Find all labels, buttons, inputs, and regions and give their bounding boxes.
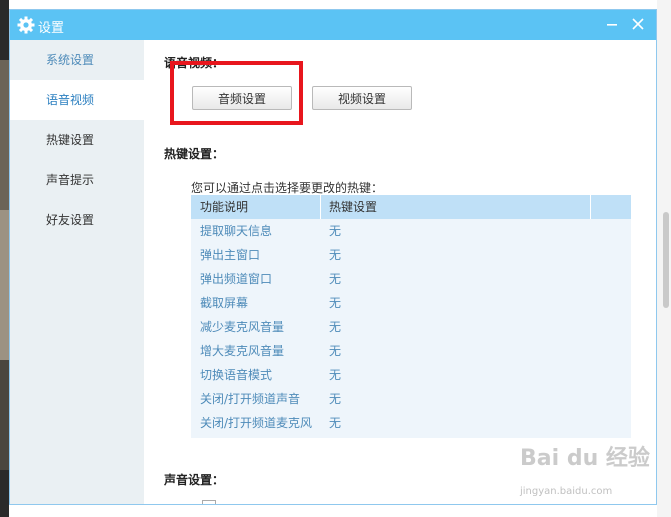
- table-row[interactable]: 弹出频道窗口 无: [191, 267, 631, 291]
- table-row[interactable]: 增大麦克风音量 无: [191, 339, 631, 363]
- background-right-panel: [657, 0, 671, 517]
- column-divider: [320, 195, 321, 219]
- row-hotkey: 无: [329, 344, 342, 358]
- table-header: 功能说明 热键设置: [191, 195, 631, 219]
- sidebar-item-sound[interactable]: 声音提示: [10, 160, 144, 200]
- row-hotkey: 无: [329, 320, 342, 334]
- row-hotkey: 无: [329, 368, 342, 382]
- column-header-hotkey: 热键设置: [329, 200, 378, 214]
- row-hotkey: 无: [329, 416, 342, 430]
- row-function: 截取屏幕: [200, 296, 249, 310]
- row-hotkey: 无: [329, 272, 342, 286]
- audio-settings-button[interactable]: 音频设置: [192, 86, 292, 110]
- column-header-function: 功能说明: [200, 200, 249, 214]
- table-row[interactable]: 切换语音模式 无: [191, 363, 631, 387]
- row-function: 关闭/打开频道声音: [200, 392, 301, 406]
- row-hotkey: 无: [329, 296, 342, 310]
- window-title: 设置: [38, 21, 65, 36]
- row-function: 切换语音模式: [200, 368, 273, 382]
- background-strip: [0, 60, 9, 210]
- row-hotkey: 无: [329, 392, 342, 406]
- settings-dialog: 设置 系统设置 语音视频 热键设置 声音提示 好友设置 语音视频： 音频设置 视…: [9, 9, 657, 505]
- sidebar-item-system[interactable]: 系统设置: [10, 40, 144, 80]
- table-row[interactable]: 减少麦克风音量 无: [191, 315, 631, 339]
- video-settings-button[interactable]: 视频设置: [312, 86, 412, 110]
- close-icon: [632, 18, 644, 30]
- sound-option-checkbox[interactable]: [202, 500, 216, 504]
- row-hotkey: 无: [329, 248, 342, 262]
- background-strip: [0, 360, 9, 470]
- row-function: 弹出主窗口: [200, 248, 261, 262]
- minimize-icon: [607, 24, 617, 26]
- row-function: 减少麦克风音量: [200, 320, 285, 334]
- background-strip: [0, 210, 9, 360]
- row-function: 关闭/打开频道麦克风: [200, 416, 313, 430]
- background-left-photo: [0, 0, 9, 517]
- background-scrollbar: [663, 212, 669, 308]
- sidebar-item-voice-video[interactable]: 语音视频: [10, 80, 144, 120]
- settings-content: 语音视频： 音频设置 视频设置 热键设置： 您可以通过点击选择要更改的热键： 功…: [144, 40, 656, 504]
- section-title-sound: 声音设置：: [164, 473, 225, 487]
- row-function: 增大麦克风音量: [200, 344, 285, 358]
- hotkeys-table: 功能说明 热键设置 提取聊天信息无 弹出主窗口无 弹出频道窗口无 截取屏幕无 减…: [191, 195, 631, 438]
- title-bar[interactable]: 设置: [10, 10, 656, 40]
- row-function: 弹出频道窗口: [200, 272, 273, 286]
- section-title-hotkeys: 热键设置：: [164, 147, 225, 161]
- section-title-voice-video: 语音视频：: [164, 56, 225, 70]
- column-divider: [590, 195, 591, 219]
- row-hotkey: 无: [329, 224, 342, 238]
- table-row[interactable]: 弹出主窗口 无: [191, 243, 631, 267]
- row-function: 提取聊天信息: [200, 224, 273, 238]
- hotkeys-hint: 您可以通过点击选择要更改的热键：: [191, 181, 384, 195]
- sidebar-item-friends[interactable]: 好友设置: [10, 200, 144, 240]
- gear-icon: [17, 16, 35, 34]
- table-row[interactable]: 关闭/打开频道声音 无: [191, 387, 631, 411]
- table-row[interactable]: 截取屏幕 无: [191, 291, 631, 315]
- table-row[interactable]: 关闭/打开频道麦克风 无: [191, 411, 631, 435]
- close-button[interactable]: [626, 13, 650, 37]
- settings-sidebar: 系统设置 语音视频 热键设置 声音提示 好友设置: [10, 40, 144, 504]
- minimize-button[interactable]: [600, 13, 624, 37]
- sidebar-item-hotkeys[interactable]: 热键设置: [10, 120, 144, 160]
- table-row[interactable]: 提取聊天信息 无: [191, 219, 631, 243]
